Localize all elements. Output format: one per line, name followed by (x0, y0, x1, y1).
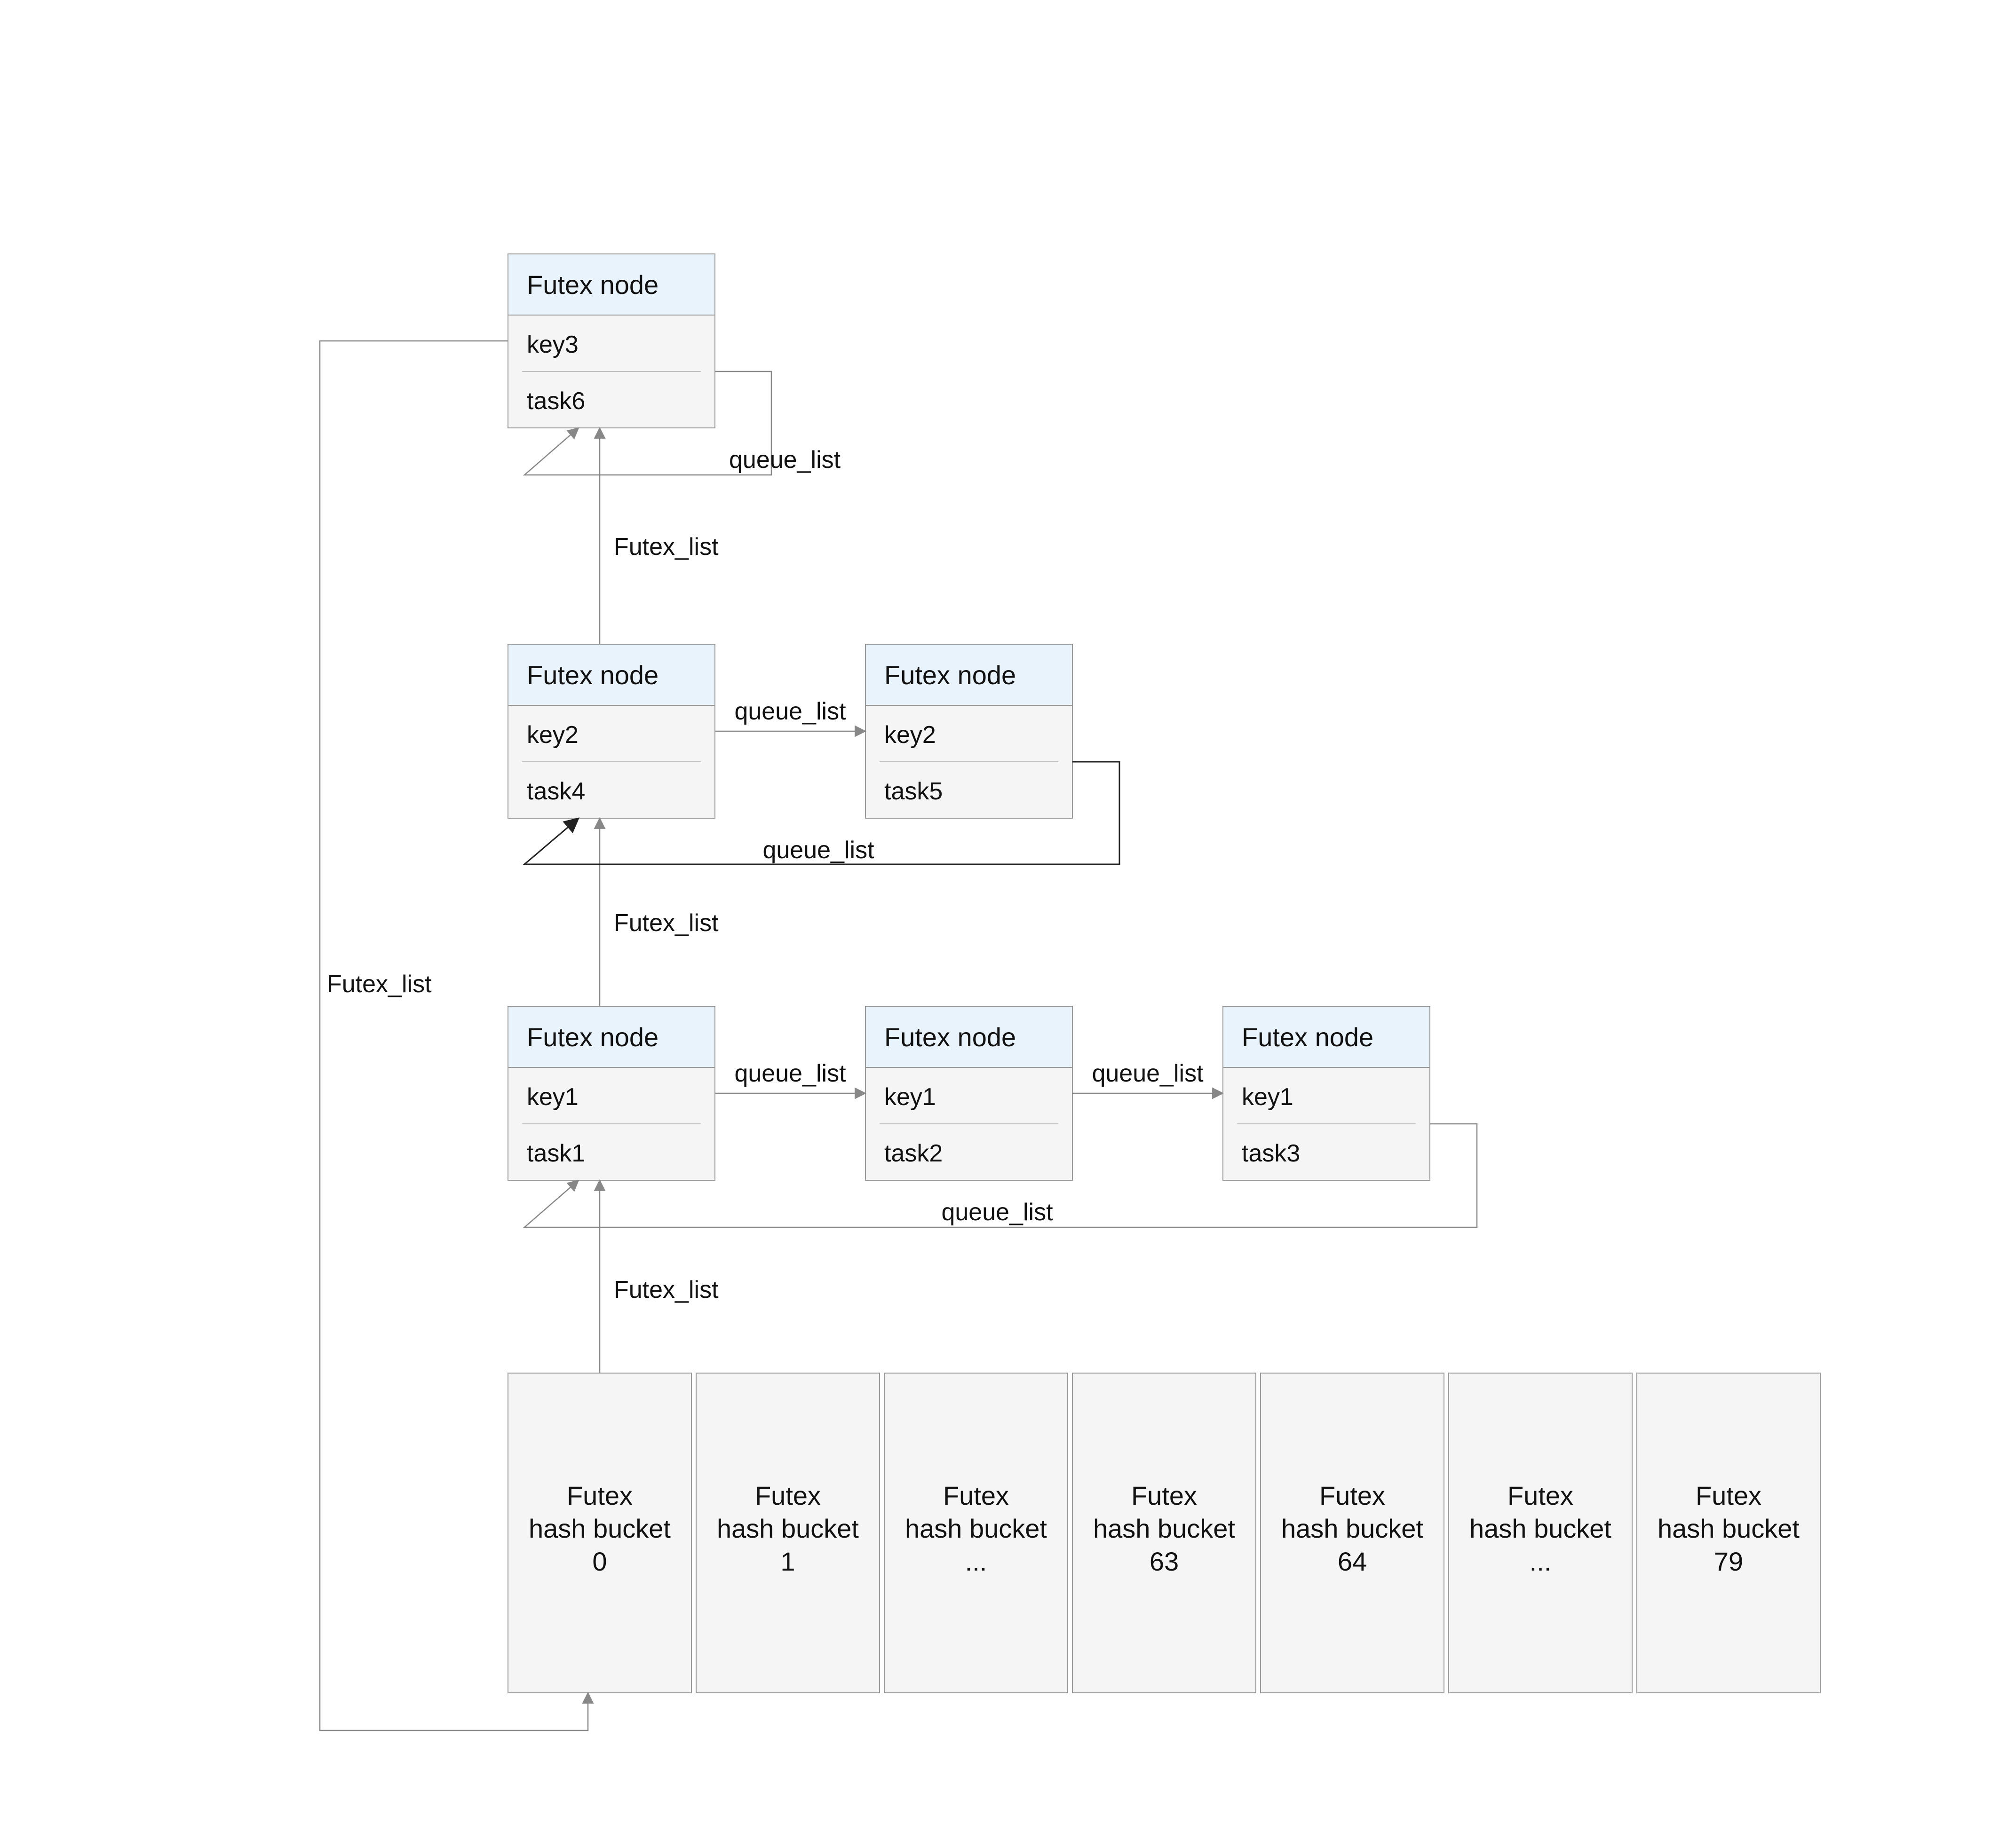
edge-label-futex-list: Futex_list (614, 533, 719, 561)
bucket-index: ... (965, 1547, 987, 1576)
edge-label-queue-list: queue_list (729, 446, 841, 474)
node-key: key1 (527, 1083, 579, 1111)
bucket-label-line1: Futex (567, 1481, 633, 1510)
node-title: Futex node (1242, 1022, 1373, 1052)
node-title: Futex node (527, 660, 658, 690)
bucket-index: 79 (1714, 1547, 1743, 1576)
hash-bucket-ellipsis-b: Futex hash bucket ... (1449, 1373, 1632, 1693)
node-task: task4 (527, 778, 585, 805)
futex-node-r1c2: Futex node key1 task2 (865, 1006, 1072, 1180)
node-task: task2 (884, 1140, 943, 1167)
edge-label-queue-list: queue_list (734, 1060, 846, 1087)
edge-label-queue-list: queue_list (941, 1199, 1053, 1226)
edge-label-futex-list: Futex_list (614, 1276, 719, 1303)
node-task: task5 (884, 778, 943, 805)
futex-node-r2c1: Futex node key2 task4 (508, 644, 715, 818)
bucket-label-line2: hash bucket (905, 1514, 1047, 1543)
node-key: key1 (884, 1083, 936, 1111)
bucket-label-line1: Futex (943, 1481, 1009, 1510)
edge-label-futex-list: Futex_list (327, 971, 432, 998)
bucket-index: 0 (592, 1547, 607, 1576)
bucket-label-line1: Futex (1319, 1481, 1385, 1510)
bucket-label-line1: Futex (1131, 1481, 1197, 1510)
node-key: key2 (884, 721, 936, 749)
hash-bucket-ellipsis-a: Futex hash bucket ... (884, 1373, 1068, 1693)
bucket-label-line2: hash bucket (1281, 1514, 1423, 1543)
hash-bucket-row: Futex hash bucket 0 Futex hash bucket 1 … (508, 1373, 1820, 1693)
node-title: Futex node (527, 270, 658, 300)
edge-label-queue-list: queue_list (762, 837, 874, 864)
hash-bucket-0: Futex hash bucket 0 (508, 1373, 691, 1693)
bucket-label-line2: hash bucket (1658, 1514, 1800, 1543)
bucket-label-line2: hash bucket (1093, 1514, 1235, 1543)
bucket-index: 1 (780, 1547, 795, 1576)
bucket-index: 63 (1150, 1547, 1179, 1576)
hash-bucket-63: Futex hash bucket 63 (1072, 1373, 1256, 1693)
node-key: key2 (527, 721, 579, 749)
bucket-label-line2: hash bucket (529, 1514, 671, 1543)
node-title: Futex node (884, 1022, 1016, 1052)
edge-label-queue-list: queue_list (734, 698, 846, 725)
bucket-label-line1: Futex (1696, 1481, 1761, 1510)
bucket-index: 64 (1338, 1547, 1367, 1576)
futex-diagram: Futex hash bucket 0 Futex hash bucket 1 … (0, 0, 1999, 1848)
node-key: key3 (527, 331, 579, 358)
node-task: task6 (527, 387, 585, 415)
edge-label-queue-list: queue_list (1092, 1060, 1204, 1087)
hash-bucket-1: Futex hash bucket 1 (696, 1373, 880, 1693)
edge-label-futex-list: Futex_list (614, 909, 719, 937)
bucket-label-line2: hash bucket (1469, 1514, 1611, 1543)
futex-node-r1c1: Futex node key1 task1 (508, 1006, 715, 1180)
hash-bucket-79: Futex hash bucket 79 (1637, 1373, 1820, 1693)
node-task: task3 (1242, 1140, 1300, 1167)
node-title: Futex node (527, 1022, 658, 1052)
node-task: task1 (527, 1140, 585, 1167)
bucket-index: ... (1530, 1547, 1552, 1576)
bucket-label-line2: hash bucket (717, 1514, 859, 1543)
futex-node-r2c2: Futex node key2 task5 (865, 644, 1072, 818)
node-key: key1 (1242, 1083, 1293, 1111)
node-title: Futex node (884, 660, 1016, 690)
bucket-label-line1: Futex (755, 1481, 821, 1510)
hash-bucket-64: Futex hash bucket 64 (1261, 1373, 1444, 1693)
futex-node-r3c1: Futex node key3 task6 (508, 254, 715, 428)
futex-node-r1c3: Futex node key1 task3 (1223, 1006, 1430, 1180)
bucket-label-line1: Futex (1507, 1481, 1573, 1510)
